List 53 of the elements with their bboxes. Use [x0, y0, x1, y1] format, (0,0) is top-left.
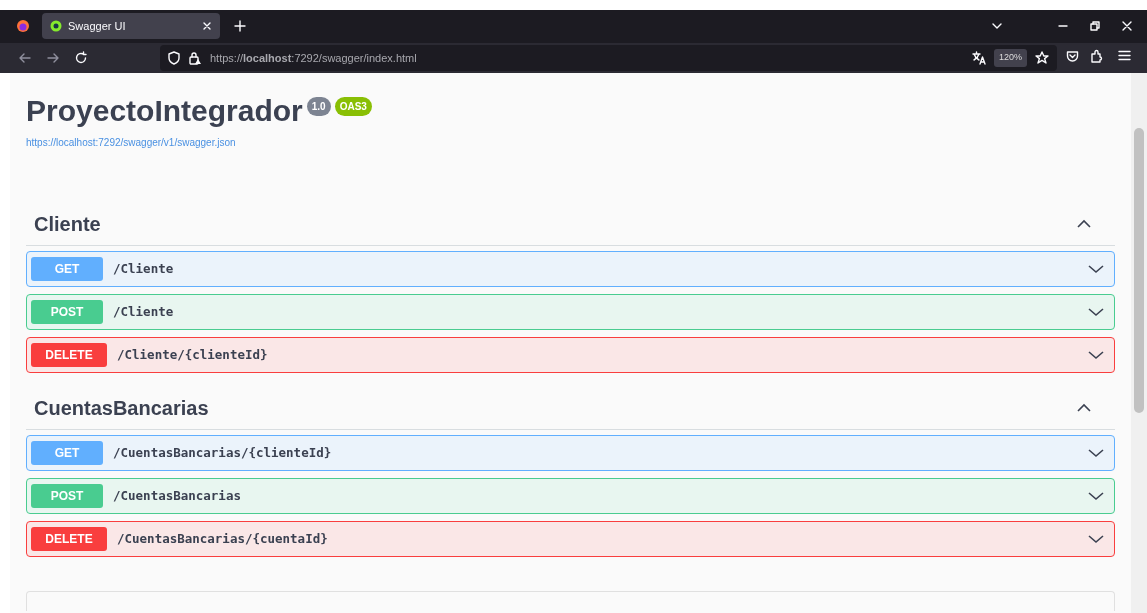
method-label: DELETE — [31, 527, 107, 551]
chevron-up-icon — [1077, 403, 1091, 413]
scrollbar[interactable] — [1131, 73, 1147, 613]
translate-icon[interactable] — [971, 51, 986, 65]
bookmark-star-icon[interactable] — [1035, 51, 1049, 65]
forward-icon[interactable] — [46, 51, 60, 65]
reload-icon[interactable] — [74, 51, 88, 65]
chevron-down-icon — [1088, 534, 1104, 544]
shield-icon — [168, 51, 180, 65]
section-header[interactable]: CuentasBancarias — [26, 383, 1115, 430]
api-title: ProyectoIntegrador — [26, 93, 303, 129]
operation-row[interactable]: POST /CuentasBancarias — [26, 478, 1115, 514]
back-icon[interactable] — [18, 51, 32, 65]
close-icon[interactable] — [202, 21, 212, 31]
endpoint-path: /Cliente — [113, 259, 175, 278]
method-label: POST — [31, 300, 103, 324]
browser-logo-icon — [16, 19, 30, 33]
scrollbar-thumb[interactable] — [1134, 128, 1144, 413]
browser-tab[interactable]: Swagger UI — [42, 13, 220, 39]
chevron-down-icon — [1088, 307, 1104, 317]
address-bar[interactable]: https://localhost:7292/swagger/index.html 120% — [160, 45, 1057, 71]
chevron-down-icon — [1088, 491, 1104, 501]
chevron-up-icon — [1077, 219, 1091, 229]
chevron-down-icon — [1088, 264, 1104, 274]
url-text: https://localhost:7292/swagger/index.html — [210, 50, 418, 66]
pocket-icon[interactable] — [1066, 50, 1079, 63]
operation-row[interactable]: DELETE /Cliente/{clienteId} — [26, 337, 1115, 373]
endpoint-path: /CuentasBancarias — [113, 486, 242, 505]
operation-row[interactable]: GET /CuentasBancarias/{clienteId} — [26, 435, 1115, 471]
oas-badge: OAS3 — [334, 97, 372, 116]
operation-row[interactable]: GET /Cliente — [26, 251, 1115, 287]
operation-row[interactable]: DELETE /CuentasBancarias/{cuentaId} — [26, 521, 1115, 557]
operation-row[interactable]: POST /Cliente — [26, 294, 1115, 330]
method-label: DELETE — [31, 343, 107, 367]
favicon-icon — [50, 20, 62, 32]
zoom-level-button[interactable]: 120% — [993, 49, 1027, 67]
endpoint-path: /CuentasBancarias/{clienteId} — [113, 443, 333, 462]
restore-icon[interactable] — [1089, 20, 1101, 32]
method-label: GET — [31, 441, 103, 465]
lock-warning-icon — [188, 51, 202, 65]
chevron-down-icon — [1088, 448, 1104, 458]
chevron-down-icon — [1088, 350, 1104, 360]
endpoint-path: /CuentasBancarias/{cuentaId} — [117, 529, 329, 548]
extensions-icon[interactable] — [1090, 49, 1104, 63]
menu-icon[interactable] — [1118, 49, 1131, 62]
new-tab-icon[interactable] — [234, 20, 246, 32]
endpoint-path: /Cliente/{clienteId} — [117, 345, 269, 364]
version-badge: 1.0 — [306, 97, 331, 116]
endpoint-path: /Cliente — [113, 302, 175, 321]
method-label: POST — [31, 484, 103, 508]
close-icon[interactable] — [1121, 20, 1133, 32]
section-header[interactable]: Cliente — [26, 199, 1115, 246]
method-label: GET — [31, 257, 103, 281]
